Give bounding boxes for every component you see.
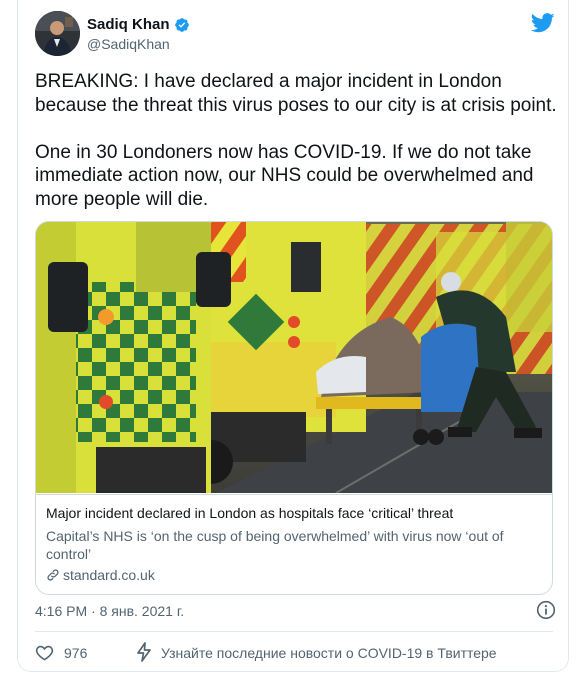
info-icon[interactable] <box>536 600 556 620</box>
tweet-text: BREAKING: I have declared a major incide… <box>35 71 557 210</box>
verified-badge-icon <box>174 17 190 33</box>
card-title[interactable]: Major incident declared in London as hos… <box>46 505 453 521</box>
covid-topic-link[interactable]: Узнайте последние новости о COVID-19 в Т… <box>161 645 497 661</box>
tweet-actions: 976 Узнайте последние новости о COVID-19… <box>35 642 555 664</box>
lightning-bolt-icon <box>135 642 153 662</box>
divider <box>35 631 553 632</box>
card-image-ambulances[interactable] <box>36 222 552 494</box>
link-preview-card[interactable]: Major incident declared in London as hos… <box>35 221 553 595</box>
card-description: Capital’s NHS is ‘on the cusp of being o… <box>46 528 504 562</box>
card-body[interactable]: Major incident declared in London as hos… <box>36 494 552 594</box>
tweet-header: Sadiq Khan @SadiqKhan <box>35 11 555 57</box>
card-domain[interactable]: standard.co.uk <box>46 567 155 583</box>
author-display-name[interactable]: Sadiq Khan <box>87 16 170 33</box>
card-domain-text: standard.co.uk <box>63 567 155 583</box>
author-handle[interactable]: @SadiqKhan <box>87 36 170 52</box>
like-count: 976 <box>64 645 88 661</box>
tweet-card: Sadiq Khan @SadiqKhan BREAKING: I have d… <box>17 0 569 672</box>
twitter-bird-icon[interactable] <box>530 13 555 33</box>
avatar[interactable] <box>35 11 80 56</box>
link-icon <box>46 568 60 582</box>
heart-icon[interactable] <box>35 643 54 662</box>
timestamp[interactable]: 4:16 PM · 8 янв. 2021 г. <box>35 603 184 619</box>
tweet-meta: 4:16 PM · 8 янв. 2021 г. <box>35 600 556 622</box>
